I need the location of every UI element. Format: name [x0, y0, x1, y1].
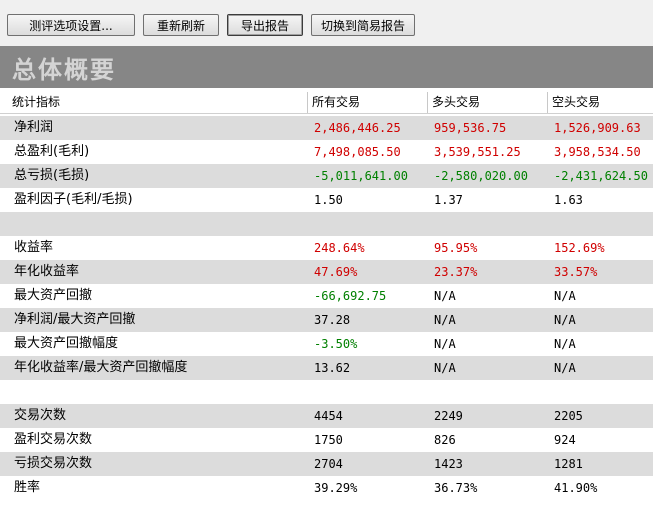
test-options-button[interactable]: 测评选项设置...: [7, 14, 135, 36]
table-row: 盈利因子(毛利/毛损) 1.50 1.37 1.63: [0, 188, 653, 212]
row-value-all: 248.64%: [314, 241, 365, 255]
row-value-short: N/A: [554, 313, 576, 327]
section-banner: 总体概要: [0, 46, 653, 88]
row-value-short: 33.57%: [554, 265, 598, 279]
row-value-long: 36.73%: [434, 481, 478, 495]
table-row: 收益率 248.64% 95.95% 152.69%: [0, 236, 653, 260]
row-value-all: -5,011,641.00: [314, 169, 408, 183]
refresh-button[interactable]: 重新刷新: [143, 14, 219, 36]
table-row: 交易次数 4454 2249 2205: [0, 404, 653, 428]
row-value-long: 95.95%: [434, 241, 478, 255]
row-value-long: -2,580,020.00: [434, 169, 528, 183]
row-value-all: 2704: [314, 457, 343, 471]
row-value-short: -2,431,624.50: [554, 169, 648, 183]
row-value-long: 826: [434, 433, 456, 447]
row-value-all: -66,692.75: [314, 289, 387, 303]
table-row: 胜率 39.29% 36.73% 41.90%: [0, 476, 653, 500]
column-header-metric[interactable]: 统计指标: [8, 92, 308, 113]
table-row: 亏损交易次数 2704 1423 1281: [0, 452, 653, 476]
row-value-all: 13.62: [314, 361, 351, 375]
column-header-all-trades[interactable]: 所有交易: [308, 92, 428, 113]
row-value-short: N/A: [554, 361, 576, 375]
row-label: 总亏损(毛损): [14, 168, 90, 183]
row-value-long: 1423: [434, 457, 463, 471]
row-value-all: -3.50%: [314, 337, 358, 351]
switch-simple-report-button[interactable]: 切换到简易报告: [311, 14, 415, 36]
row-value-short: N/A: [554, 289, 576, 303]
row-label: 盈利交易次数: [14, 432, 93, 447]
row-value-short: N/A: [554, 337, 576, 351]
toolbar: 测评选项设置... 重新刷新 导出报告 切换到简易报告: [0, 0, 653, 46]
row-label: 收益率: [14, 240, 54, 255]
row-value-long: N/A: [434, 337, 456, 351]
table-header: 统计指标 所有交易 多头交易 空头交易: [0, 92, 653, 114]
row-value-short: 2205: [554, 409, 583, 423]
table-row: 年化收益率 47.69% 23.37% 33.57%: [0, 260, 653, 284]
table-row: 总亏损(毛损) -5,011,641.00 -2,580,020.00 -2,431,…: [0, 164, 653, 188]
table-row: 年化收益率/最大资产回撤幅度 13.62 N/A N/A: [0, 356, 653, 380]
row-value-all: 47.69%: [314, 265, 358, 279]
row-value-long: 2249: [434, 409, 463, 423]
row-label: 盈利因子(毛利/毛损): [14, 192, 133, 207]
row-label: 最大资产回撤: [14, 288, 93, 303]
table-row: 总盈利(毛利) 7,498,085.50 3,539,551.25 3,958,534…: [0, 140, 653, 164]
column-header-short-trades[interactable]: 空头交易: [548, 92, 653, 113]
row-label: 年化收益率/最大资产回撤幅度: [14, 360, 188, 375]
table-row: [0, 212, 653, 236]
row-value-short: 1.63: [554, 193, 583, 207]
column-header-long-trades[interactable]: 多头交易: [428, 92, 548, 113]
row-value-all: 4454: [314, 409, 343, 423]
row-value-long: 23.37%: [434, 265, 478, 279]
table-row: 净利润/最大资产回撤 37.28 N/A N/A: [0, 308, 653, 332]
row-value-long: 1.37: [434, 193, 463, 207]
section-title: 总体概要: [12, 56, 116, 84]
row-label: 净利润: [14, 120, 54, 135]
row-value-all: 39.29%: [314, 481, 358, 495]
row-label: 年化收益率: [14, 264, 80, 279]
table-row: [0, 380, 653, 404]
row-value-short: 924: [554, 433, 576, 447]
row-label: 总盈利(毛利): [14, 144, 90, 159]
row-value-short: 152.69%: [554, 241, 605, 255]
row-value-long: N/A: [434, 289, 456, 303]
row-label: 亏损交易次数: [14, 456, 93, 471]
row-value-all: 2,486,446.25: [314, 121, 401, 135]
row-value-all: 37.28: [314, 313, 351, 327]
row-value-all: 1750: [314, 433, 343, 447]
row-value-long: 959,536.75: [434, 121, 507, 135]
table-row: 最大资产回撤 -66,692.75 N/A N/A: [0, 284, 653, 308]
row-label: 交易次数: [14, 408, 67, 423]
table-row: 盈利交易次数 1750 826 924: [0, 428, 653, 452]
table-row: 最大资产回撤幅度 -3.50% N/A N/A: [0, 332, 653, 356]
row-value-short: 1,526,909.63: [554, 121, 641, 135]
export-report-button[interactable]: 导出报告: [227, 14, 303, 36]
row-value-long: 3,539,551.25: [434, 145, 521, 159]
table-row: 净利润 2,486,446.25 959,536.75 1,526,909.63: [0, 116, 653, 140]
row-value-long: N/A: [434, 361, 456, 375]
row-value-long: N/A: [434, 313, 456, 327]
row-value-all: 1.50: [314, 193, 343, 207]
row-label: 最大资产回撤幅度: [14, 336, 119, 351]
row-value-short: 41.90%: [554, 481, 598, 495]
row-value-all: 7,498,085.50: [314, 145, 401, 159]
row-label: 胜率: [14, 480, 41, 495]
row-label: 净利润/最大资产回撤: [14, 312, 136, 327]
row-value-short: 1281: [554, 457, 583, 471]
row-value-short: 3,958,534.50: [554, 145, 641, 159]
